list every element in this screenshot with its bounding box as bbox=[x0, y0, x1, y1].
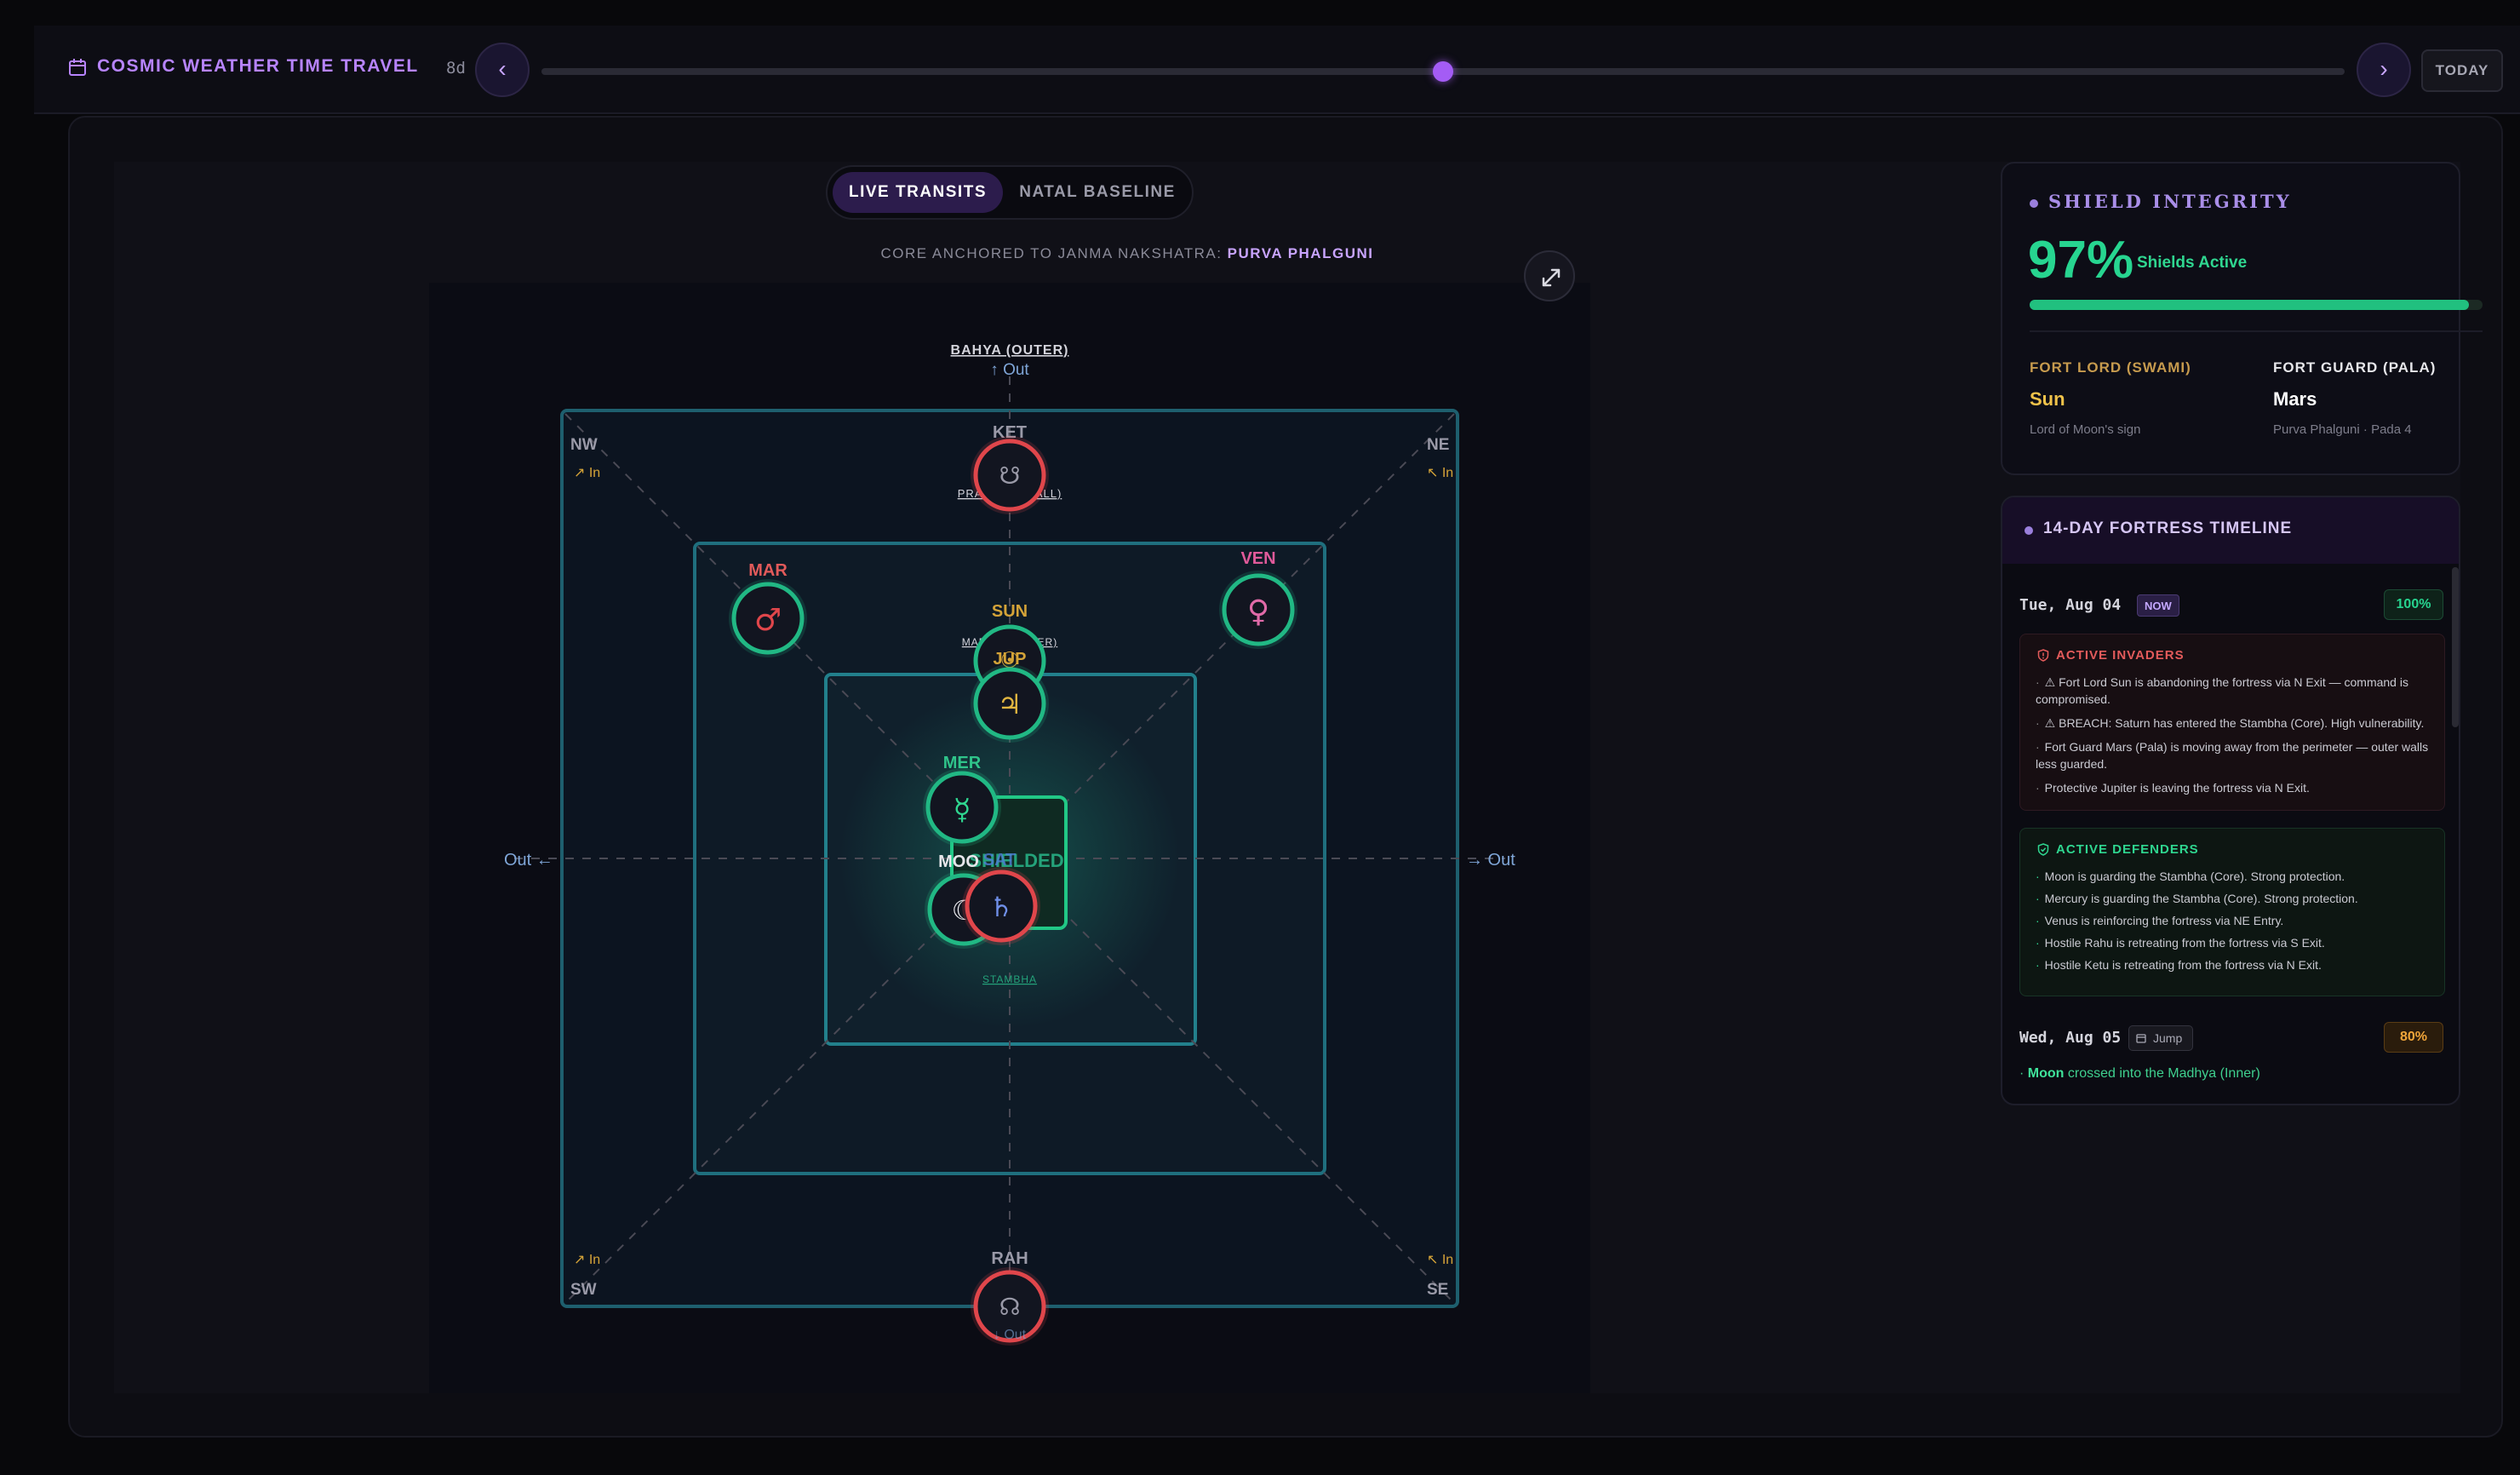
saturn-icon: ♄ bbox=[989, 891, 1014, 923]
corner-sw-label: SW bbox=[570, 1281, 597, 1299]
mars-icon: ♂ bbox=[754, 603, 782, 638]
invader-item: · Fort Guard Mars (Pala) is moving away f… bbox=[2036, 740, 2429, 771]
mode-toggle: LIVE TRANSITS NATAL BASELINE bbox=[826, 165, 1194, 220]
event-planet: Moon bbox=[2027, 1066, 2065, 1081]
active-defenders-box: ACTIVE DEFENDERS · Moon is guarding the S… bbox=[2019, 828, 2445, 996]
jupiter-icon: ♃ bbox=[998, 688, 1022, 720]
natal-baseline-tab[interactable]: NATAL BASELINE bbox=[1006, 172, 1188, 213]
nakshatra-anchor: CORE ANCHORED TO JANMA NAKSHATRA: PURVA … bbox=[574, 245, 1681, 262]
shield-percent: 97% bbox=[2028, 231, 2134, 290]
venus-icon: ♀ bbox=[1247, 594, 1269, 629]
jump-button[interactable]: Jump bbox=[2128, 1025, 2193, 1051]
time-slider[interactable] bbox=[541, 61, 2345, 82]
invader-item: · ⚠ Fort Lord Sun is abandoning the fortr… bbox=[2036, 675, 2408, 706]
anchor-prefix: CORE ANCHORED TO JANMA NAKSHATRA: bbox=[880, 245, 1228, 261]
expand-icon bbox=[1542, 268, 1561, 287]
divider bbox=[2030, 330, 2483, 332]
corner-ne-in-hint: ↖ In bbox=[1427, 466, 1453, 480]
jump-label: Jump bbox=[2153, 1031, 2183, 1045]
defenders-title: ACTIVE DEFENDERS bbox=[2056, 842, 2199, 857]
expand-button[interactable] bbox=[1524, 250, 1575, 301]
corner-se-in-hint: ↖ In bbox=[1427, 1253, 1453, 1267]
shield-title: SHIELD INTEGRITY bbox=[2048, 191, 2292, 212]
corner-sw-in-hint: ↗ In bbox=[574, 1253, 600, 1267]
day-date: Tue, Aug 04 bbox=[2019, 596, 2122, 614]
day-percent-badge: 100% bbox=[2384, 589, 2443, 620]
app-root: COSMIC WEATHER TIME TRAVEL 8d ‹ › TODAY … bbox=[0, 0, 2520, 1475]
corner-nw-label: NW bbox=[570, 436, 598, 454]
ketu-icon: ☋ bbox=[999, 462, 1021, 490]
corner-se-label: SE bbox=[1427, 1281, 1448, 1299]
zone-core-label: STAMBHA bbox=[982, 973, 1037, 985]
outer-hint-label: ↑ Out bbox=[990, 361, 1029, 379]
defender-item: · Hostile Rahu is retreating from the for… bbox=[2036, 936, 2325, 950]
defender-item: · Mercury is guarding the Stambha (Core).… bbox=[2036, 892, 2358, 905]
chevron-left-icon: ‹ bbox=[498, 55, 507, 82]
bottom-hint-label: ↓ Out bbox=[994, 1328, 1027, 1342]
today-button[interactable]: TODAY bbox=[2421, 49, 2503, 92]
mercury-icon: ☿ bbox=[954, 793, 971, 827]
calendar-icon bbox=[2136, 1034, 2146, 1043]
chevron-right-icon: › bbox=[2380, 55, 2388, 82]
defender-item: · Hostile Ketu is retreating from the for… bbox=[2036, 958, 2322, 972]
shield-status: Shields Active bbox=[2137, 254, 2248, 272]
fort-lord-label: FORT LORD (SWAMI) bbox=[2030, 359, 2191, 376]
planet-mars-label: MAR bbox=[748, 561, 788, 580]
invader-item: · Protective Jupiter is leaving the fortr… bbox=[2036, 781, 2310, 795]
anchor-nakshatra: PURVA PHALGUNI bbox=[1227, 245, 1374, 261]
planet-moon-label: MOO bbox=[938, 852, 979, 871]
shield-integrity-card: SHIELD INTEGRITY 97% Shields Active FORT… bbox=[2001, 162, 2483, 475]
timeline-header: 14-DAY FORTRESS TIMELINE bbox=[2002, 497, 2459, 564]
active-invaders-box: ACTIVE INVADERS · ⚠ Fort Lord Sun is aban… bbox=[2019, 634, 2445, 811]
rahu-icon: ☊ bbox=[999, 1293, 1021, 1321]
day-date: Wed, Aug 05 bbox=[2019, 1029, 2122, 1047]
planet-venus-label: VEN bbox=[1240, 549, 1275, 568]
defender-item: · Moon is guarding the Stambha (Core). St… bbox=[2036, 870, 2345, 883]
defender-item: · Venus is reinforcing the fortress via N… bbox=[2036, 914, 2284, 927]
invaders-title: ACTIVE INVADERS bbox=[2056, 648, 2185, 663]
next-day-button[interactable]: › bbox=[2357, 43, 2411, 97]
corner-nw-in-hint: ↗ In bbox=[574, 466, 600, 480]
fortress-chart: SHIELDED BAHYA (OUTER) ↑ Out PRAKARA (WA… bbox=[429, 283, 1590, 1393]
live-transits-tab[interactable]: LIVE TRANSITS bbox=[833, 172, 1003, 213]
day-percent-badge: 80% bbox=[2384, 1022, 2443, 1053]
shield-check-icon bbox=[2037, 843, 2049, 856]
main-panel: LIVE TRANSITS NATAL BASELINE CORE ANCHOR… bbox=[68, 116, 2503, 1438]
fort-lord-value: Sun bbox=[2030, 388, 2065, 410]
planet-rahu-label: RAH bbox=[991, 1249, 1028, 1268]
day-offset-label: 8d bbox=[446, 59, 466, 77]
shield-progress-fill bbox=[2030, 300, 2470, 310]
west-exit-label: Out ← bbox=[504, 851, 553, 870]
time-travel-title: COSMIC WEATHER TIME TRAVEL bbox=[97, 56, 419, 76]
prev-day-button[interactable]: ‹ bbox=[475, 43, 530, 97]
zone-outer-label: BAHYA (OUTER) bbox=[951, 343, 1069, 358]
planet-saturn-label: SAT bbox=[983, 851, 1017, 870]
fortress-timeline-card: 14-DAY FORTRESS TIMELINE Tue, Aug 04 NOW… bbox=[2001, 496, 2460, 1105]
fort-guard-sub: Purva Phalguni · Pada 4 bbox=[2273, 422, 2412, 437]
time-slider-thumb[interactable] bbox=[1433, 61, 1453, 82]
planet-sun-label: SUN bbox=[992, 602, 1028, 621]
calendar-icon bbox=[69, 59, 86, 76]
fortress-diagram: SHIELDED BAHYA (OUTER) ↑ Out PRAKARA (WA… bbox=[504, 343, 1515, 1346]
fortress-view: LIVE TRANSITS NATAL BASELINE CORE ANCHOR… bbox=[114, 162, 2483, 1393]
corner-ne-label: NE bbox=[1427, 436, 1449, 454]
fort-guard-value: Mars bbox=[2273, 388, 2317, 410]
status-dot-icon bbox=[2030, 199, 2038, 208]
east-exit-label: → Out bbox=[1466, 851, 1515, 870]
time-travel-bar: COSMIC WEATHER TIME TRAVEL 8d ‹ › TODAY bbox=[34, 26, 2520, 114]
timeline-scrollbar[interactable] bbox=[2452, 567, 2459, 727]
status-dot-icon bbox=[2025, 526, 2033, 535]
invader-item: · ⚠ BREACH: Saturn has entered the Stambh… bbox=[2036, 716, 2425, 730]
now-badge: NOW bbox=[2137, 594, 2179, 617]
timeline-title: 14-DAY FORTRESS TIMELINE bbox=[2043, 519, 2293, 537]
fort-guard-label: FORT GUARD (PALA) bbox=[2273, 359, 2437, 376]
timeline-event: · Moon crossed into the Madhya (Inner) bbox=[2019, 1066, 2260, 1081]
shield-progress-bar bbox=[2030, 300, 2483, 310]
event-text: crossed into the Madhya (Inner) bbox=[2064, 1066, 2260, 1081]
fort-lord-sub: Lord of Moon's sign bbox=[2030, 422, 2141, 437]
shield-alert-icon bbox=[2037, 649, 2049, 662]
